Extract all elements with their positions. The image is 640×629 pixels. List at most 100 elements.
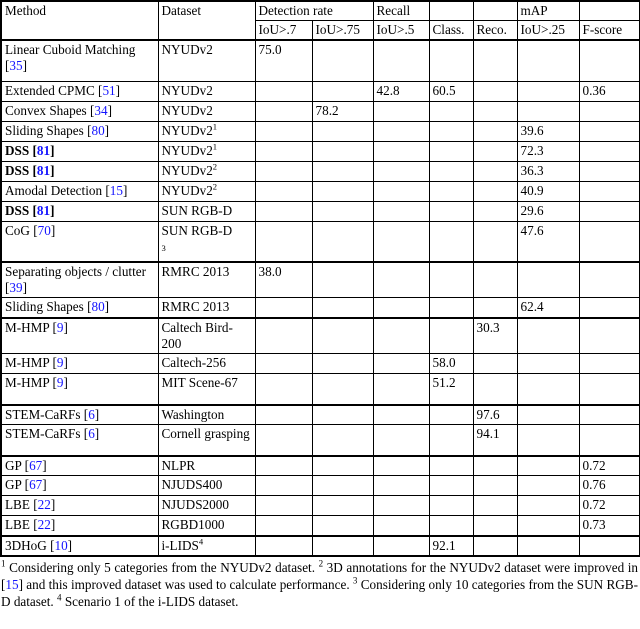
- cell-fscore: [578, 120, 640, 142]
- method-citation[interactable]: 9: [57, 320, 64, 335]
- dataset-superscript: 3: [161, 242, 166, 253]
- cell-iou-75: [311, 317, 374, 355]
- cell-method: Extended CPMC [51]: [0, 80, 159, 102]
- cell-dataset: NYUDv22: [157, 180, 256, 202]
- method-citation[interactable]: 15: [110, 183, 123, 198]
- footnote-2-marker: 2: [318, 558, 324, 569]
- table-row: LBE [22] NJUDS2000 0.72: [0, 495, 640, 517]
- cell-iou-75: [311, 495, 374, 517]
- cell-classification: [428, 39, 474, 82]
- method-citation[interactable]: 81: [37, 203, 50, 218]
- method-citation[interactable]: 51: [102, 83, 115, 98]
- cell-iou-50: [372, 39, 430, 82]
- method-citation[interactable]: 81: [37, 163, 50, 178]
- cell-iou-25: 39.6: [516, 120, 580, 142]
- footnote-4-marker: 4: [57, 592, 62, 603]
- method-citation[interactable]: 6: [88, 407, 95, 422]
- cell-iou-70: [254, 475, 313, 497]
- cell-classification: [428, 495, 474, 517]
- cell-recognition: [472, 353, 518, 375]
- table-figure-page: Method Dataset Detection rate Recall mAP…: [0, 0, 640, 629]
- cell-method: Sliding Shapes [80]: [0, 297, 159, 319]
- header-recognition: Reco.: [472, 20, 518, 42]
- citation-bracket-close: ]: [42, 477, 47, 493]
- method-citation[interactable]: 70: [38, 223, 51, 238]
- cell-dataset: NYUDv21: [157, 120, 256, 142]
- method-citation[interactable]: 81: [37, 143, 50, 158]
- cell-recognition: [472, 261, 518, 299]
- method-citation[interactable]: 35: [9, 58, 22, 73]
- dataset-label: NYUDv2: [161, 162, 213, 178]
- method-citation[interactable]: 6: [88, 426, 95, 441]
- footnote-2-citation[interactable]: 15: [5, 577, 18, 592]
- cell-fscore: 0.36: [578, 80, 640, 102]
- citation-bracket-close: ]: [104, 299, 110, 315]
- cell-classification: [428, 140, 474, 162]
- method-citation[interactable]: 10: [54, 538, 67, 553]
- cell-recognition: [472, 455, 518, 477]
- method-label: STEM-CaRFs: [5, 426, 84, 442]
- table-row: STEM-CaRFs [6] Cornell grasping 94.1: [0, 424, 640, 457]
- method-citation[interactable]: 80: [91, 299, 104, 314]
- method-citation[interactable]: 67: [29, 458, 42, 473]
- dataset-label: RMRC 2013: [161, 264, 230, 280]
- cell-iou-50: [372, 495, 430, 517]
- cell-method: Sliding Shapes [80]: [0, 120, 159, 142]
- cell-iou-25: 47.6: [516, 220, 580, 264]
- cell-fscore: [578, 39, 640, 82]
- header-fscore: F-score: [578, 20, 640, 42]
- method-citation[interactable]: 9: [57, 375, 64, 390]
- citation-bracket-close: ]: [67, 537, 73, 553]
- table-row: Separating objects / clutter [39] RMRC 20…: [0, 261, 640, 299]
- method-citation[interactable]: 80: [91, 123, 104, 138]
- cell-iou-50: [372, 515, 430, 537]
- method-label: LBE: [5, 517, 34, 533]
- cell-recognition: 30.3: [472, 317, 518, 355]
- table-header: Method Dataset Detection rate Recall mAP…: [0, 0, 640, 42]
- cell-classification: 51.2: [428, 373, 474, 406]
- cell-iou-25: [516, 455, 580, 477]
- method-citation[interactable]: 34: [94, 103, 107, 118]
- citation-bracket-close: ]: [63, 355, 68, 371]
- cell-iou-75: [311, 353, 374, 375]
- dataset-superscript: 2: [212, 161, 218, 172]
- cell-fscore: [578, 535, 640, 557]
- cell-fscore: [578, 373, 640, 406]
- method-citation[interactable]: 9: [57, 355, 64, 370]
- cell-iou-25: [516, 535, 580, 557]
- dataset-label: Caltech-256: [161, 355, 226, 371]
- cell-classification: [428, 317, 474, 355]
- table-row: LBE [22] RGBD1000 0.73: [0, 515, 640, 537]
- header-detection-rate: Detection rate: [254, 0, 374, 22]
- header-iou-75: IoU>.75: [311, 20, 374, 42]
- header-classification: Class.: [428, 20, 474, 42]
- cell-dataset: NJUDS2000: [157, 495, 256, 517]
- cell-iou-25: [516, 495, 580, 517]
- method-citation[interactable]: 22: [38, 517, 51, 532]
- cell-classification: 58.0: [428, 353, 474, 375]
- cell-recognition: [472, 373, 518, 406]
- header-recall: Recall: [372, 0, 430, 22]
- cell-recognition: [472, 80, 518, 102]
- cell-iou-70: [254, 373, 313, 406]
- method-citation[interactable]: 22: [38, 497, 51, 512]
- dataset-superscript: 1: [212, 121, 218, 132]
- cell-iou-70: [254, 120, 313, 142]
- cell-iou-25: [516, 317, 580, 355]
- method-label: Linear Cuboid Matching: [5, 42, 136, 58]
- cell-dataset: SUN RGB-D 3: [157, 220, 256, 264]
- cell-fscore: 0.72: [578, 495, 640, 517]
- cell-dataset: Washington: [157, 404, 256, 426]
- method-citation[interactable]: 39: [9, 280, 22, 295]
- cell-iou-75: [311, 535, 374, 557]
- method-citation[interactable]: 67: [29, 477, 42, 492]
- cell-fscore: [578, 317, 640, 355]
- header-dataset: Dataset: [157, 0, 256, 42]
- cell-method: Convex Shapes [34]: [0, 100, 159, 122]
- cell-recognition: 97.6: [472, 404, 518, 426]
- cell-iou-70: [254, 200, 313, 222]
- cell-iou-50: [372, 140, 430, 162]
- method-label: 3DHoG: [5, 537, 51, 553]
- cell-dataset: NYUDv22: [157, 160, 256, 182]
- header-iou-25: IoU>.25: [516, 20, 580, 42]
